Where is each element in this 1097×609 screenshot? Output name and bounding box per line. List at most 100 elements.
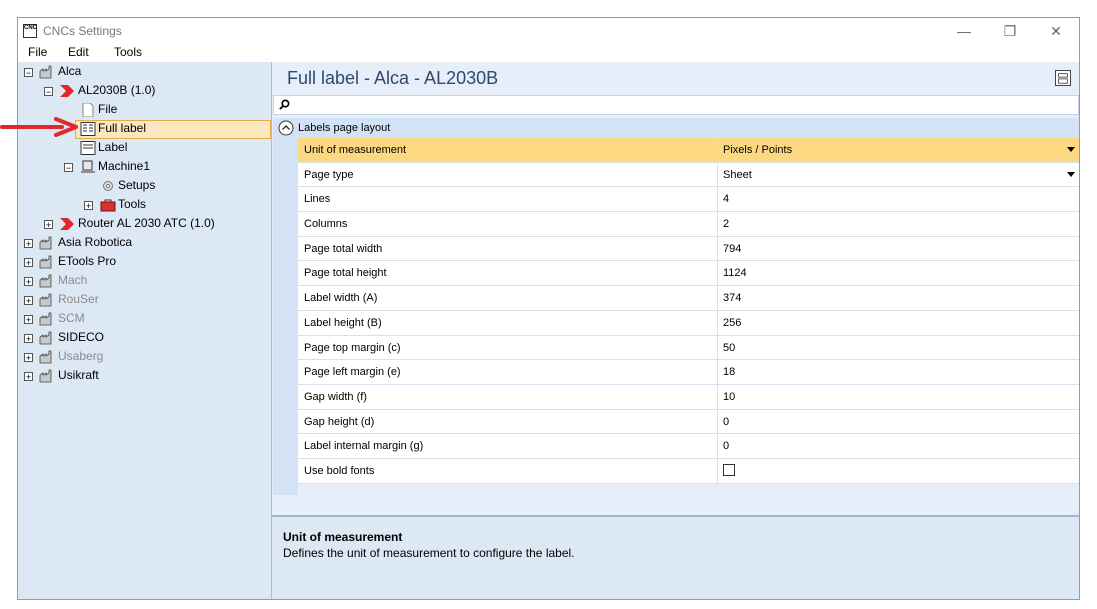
tree-node-mach[interactable]: Mach (58, 271, 87, 290)
property-row-left-margin[interactable]: Page left margin (e) 18 (298, 360, 1079, 385)
tree-node-label[interactable]: Label (98, 138, 127, 157)
property-row-label-width[interactable]: Label width (A) 374 (298, 286, 1079, 311)
property-value[interactable]: 10 (723, 391, 735, 403)
factory-icon (39, 312, 52, 326)
property-value[interactable]: 2 (723, 218, 729, 230)
tree-node-usikraft[interactable]: Usikraft (58, 366, 99, 385)
property-name: Gap height (d) (304, 415, 375, 428)
property-row-gap-height[interactable]: Gap height (d) 0 (298, 409, 1079, 435)
menu-edit[interactable]: Edit (68, 45, 89, 59)
minimize-button[interactable]: — (941, 18, 987, 44)
factory-icon (39, 331, 52, 345)
factory-icon (39, 274, 52, 288)
expand-icon[interactable]: + (24, 372, 33, 382)
tree-node-file[interactable]: File (98, 100, 117, 119)
property-value[interactable]: 256 (723, 317, 741, 329)
window-title: CNCs Settings (43, 24, 122, 38)
tree-node-full-label[interactable]: Full label (98, 119, 146, 138)
tree-node-alca[interactable]: Alca (58, 62, 81, 81)
factory-icon (39, 350, 52, 364)
tree-node-setups[interactable]: Setups (118, 176, 155, 195)
tree-node-machine1[interactable]: Machine1 (98, 157, 150, 176)
properties-panel: Full label - Alca - AL2030B Labels page … (272, 62, 1079, 599)
search-input[interactable] (273, 95, 1079, 115)
machine-red-chevron-icon (60, 85, 74, 97)
property-row-page-width[interactable]: Page total width 794 (298, 236, 1079, 262)
tree-node-tools[interactable]: Tools (118, 195, 146, 214)
tree-node-scm[interactable]: SCM (58, 309, 85, 328)
property-value[interactable]: 0 (723, 440, 729, 452)
property-row-lines[interactable]: Lines 4 (298, 187, 1079, 213)
property-value[interactable]: Sheet (723, 169, 752, 181)
property-row-columns[interactable]: Columns 2 (298, 212, 1079, 237)
tree-node-rouser[interactable]: RouSer (58, 290, 99, 309)
save-icon[interactable] (1055, 70, 1071, 86)
bold-fonts-checkbox[interactable] (723, 463, 735, 476)
property-row-page-type[interactable]: Page type Sheet (298, 162, 1079, 188)
dropdown-arrow-icon[interactable] (1067, 171, 1075, 177)
expand-icon[interactable]: + (24, 334, 33, 344)
factory-icon (39, 65, 52, 79)
label-icon (80, 141, 96, 155)
property-name: Page total width (304, 242, 383, 255)
property-name: Page left margin (e) (304, 366, 401, 379)
property-value[interactable]: Pixels / Points (723, 144, 792, 156)
property-grid: Unit of measurement Pixels / Points Page … (273, 138, 1079, 484)
tree-node-router[interactable]: Router AL 2030 ATC (1.0) (78, 214, 215, 233)
property-row-label-height[interactable]: Label height (B) 256 (298, 310, 1079, 336)
property-value[interactable]: 0 (723, 416, 729, 428)
property-name: Use bold fonts (304, 464, 375, 477)
expand-icon[interactable]: + (84, 201, 93, 211)
property-value[interactable]: 50 (723, 342, 735, 354)
property-name: Gap width (f) (304, 390, 367, 403)
description-pane: Unit of measurement Defines the unit of … (272, 515, 1079, 599)
tree-node-asia-robotica[interactable]: Asia Robotica (58, 233, 132, 252)
restore-button[interactable]: ❐ (987, 18, 1033, 44)
expand-icon[interactable]: + (24, 277, 33, 287)
expand-icon[interactable]: + (24, 296, 33, 306)
machine-icon (81, 160, 95, 173)
description-text: Defines the unit of measurement to confi… (283, 546, 575, 560)
tree-node-etools-pro[interactable]: ETools Pro (58, 252, 116, 271)
property-row-gap-width[interactable]: Gap width (f) 10 (298, 384, 1079, 410)
close-button[interactable]: ✕ (1033, 18, 1079, 44)
property-value[interactable]: 1124 (723, 267, 747, 279)
menu-file[interactable]: File (28, 45, 47, 59)
expand-icon[interactable]: + (44, 220, 53, 230)
tree-node-al2030b[interactable]: AL2030B (1.0) (78, 81, 155, 100)
gear-icon (103, 181, 113, 191)
app-window: CNC CNCs Settings — ❐ ✕ File Edit Tools … (17, 17, 1080, 600)
tree-node-sideco[interactable]: SIDECO (58, 328, 104, 347)
collapse-icon[interactable]: − (44, 87, 53, 97)
collapse-icon[interactable]: − (64, 163, 73, 173)
toolbox-icon (100, 199, 116, 212)
expand-icon[interactable]: + (24, 239, 33, 249)
property-value[interactable]: 4 (723, 193, 729, 205)
page-title: Full label - Alca - AL2030B (287, 68, 499, 88)
property-name: Page type (304, 168, 354, 181)
factory-icon (39, 236, 52, 250)
property-value[interactable]: 794 (723, 243, 741, 255)
dropdown-arrow-icon[interactable] (1067, 147, 1075, 152)
collapse-circle-icon[interactable] (278, 120, 294, 136)
annotation-arrow-icon (0, 117, 78, 137)
property-row-top-margin[interactable]: Page top margin (c) 50 (298, 335, 1079, 361)
property-name: Page total height (304, 267, 387, 280)
property-name: Label height (B) (304, 316, 382, 329)
property-name: Label width (A) (304, 292, 378, 305)
collapse-icon[interactable]: − (24, 68, 33, 78)
expand-icon[interactable]: + (24, 315, 33, 325)
property-row-internal-margin[interactable]: Label internal margin (g) 0 (298, 434, 1079, 459)
property-value[interactable]: 374 (723, 292, 741, 304)
property-row-unit[interactable]: Unit of measurement Pixels / Points (298, 138, 1079, 163)
category-header[interactable]: Labels page layout (273, 118, 1079, 138)
menu-tools[interactable]: Tools (114, 45, 142, 59)
property-value[interactable]: 18 (723, 366, 735, 378)
tree-node-usaberg[interactable]: Usaberg (58, 347, 103, 366)
property-name: Lines (304, 193, 331, 206)
expand-icon[interactable]: + (24, 258, 33, 268)
property-row-bold-fonts[interactable]: Use bold fonts (298, 458, 1079, 484)
property-name: Label internal margin (g) (304, 440, 424, 453)
expand-icon[interactable]: + (24, 353, 33, 363)
property-row-page-height[interactable]: Page total height 1124 (298, 261, 1079, 287)
